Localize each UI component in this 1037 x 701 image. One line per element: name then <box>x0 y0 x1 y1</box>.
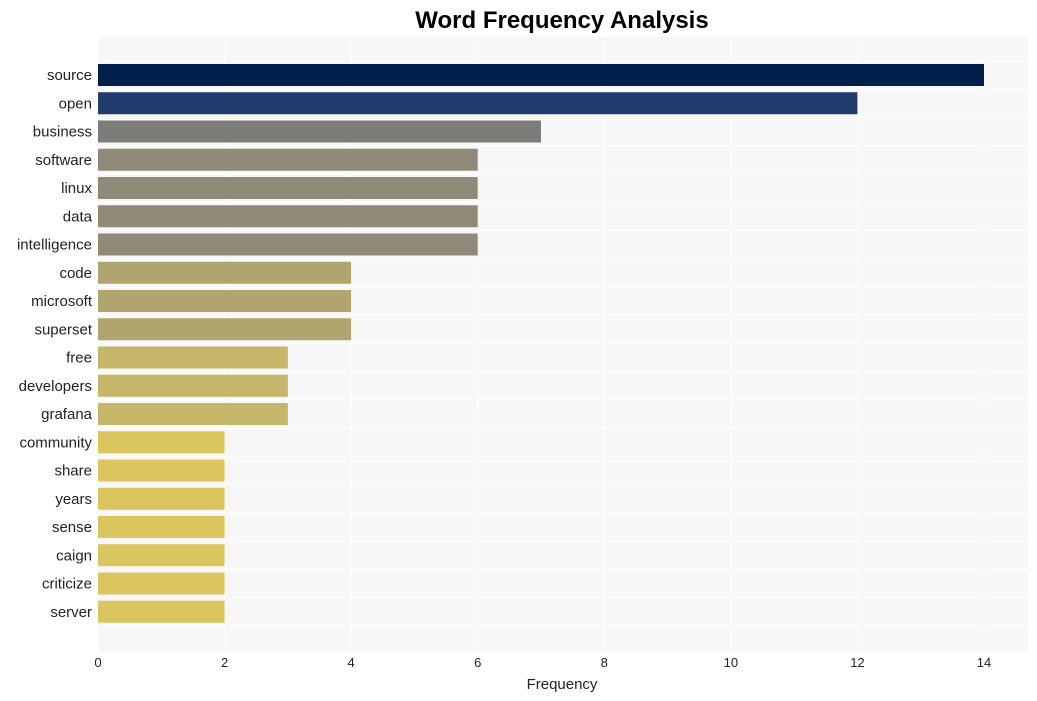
bar-superset <box>98 318 352 341</box>
category-label-software: software <box>35 152 92 169</box>
category-label-community: community <box>19 434 92 451</box>
category-label-code: code <box>59 265 92 282</box>
bar-data <box>98 205 478 228</box>
bar-code <box>98 261 352 284</box>
bar-server <box>98 600 225 623</box>
bar-sense <box>98 516 225 538</box>
bar-caign <box>98 544 225 567</box>
x-tick-label: 6 <box>474 655 481 670</box>
x-tick-label: 8 <box>601 655 608 670</box>
bar-linux <box>98 177 478 199</box>
category-label-source: source <box>47 67 92 84</box>
x-tick-label: 0 <box>94 655 101 670</box>
x-tick-label: 2 <box>221 655 228 670</box>
category-label-developers: developers <box>19 378 92 395</box>
category-label-data: data <box>63 208 93 225</box>
bar-developers <box>98 374 288 397</box>
bar-years <box>98 487 225 510</box>
category-label-grafana: grafana <box>41 406 93 423</box>
x-tick-label: 14 <box>977 655 991 670</box>
bar-software <box>98 148 478 171</box>
x-tick-label: 4 <box>348 655 355 670</box>
category-label-server: server <box>50 604 92 621</box>
x-tick-label: 10 <box>724 655 738 670</box>
bar-intelligence <box>98 233 478 256</box>
bar-community <box>98 431 225 454</box>
category-label-caign: caign <box>56 547 92 564</box>
x-axis-label: Frequency <box>527 676 598 693</box>
category-label-linux: linux <box>61 180 92 197</box>
category-label-share: share <box>54 463 92 480</box>
bar-microsoft <box>98 290 352 312</box>
x-tick-label: 12 <box>850 655 864 670</box>
category-label-years: years <box>55 491 92 508</box>
bar-business <box>98 120 541 143</box>
bar-share <box>98 459 225 482</box>
category-label-business: business <box>33 124 92 141</box>
chart-title: Word Frequency Analysis <box>415 7 708 34</box>
bar-source <box>98 64 984 86</box>
category-label-sense: sense <box>52 519 92 536</box>
bar-free <box>98 346 288 369</box>
category-label-free: free <box>66 350 92 367</box>
category-label-microsoft: microsoft <box>31 293 93 310</box>
bar-criticize <box>98 572 225 595</box>
x-tick-labels: 0 2 4 6 8 10 12 14 <box>94 655 991 670</box>
category-label-intelligence: intelligence <box>17 237 92 254</box>
word-frequency-chart: source open business software linux data intel… <box>17 7 1028 693</box>
bar-grafana <box>98 403 288 425</box>
category-label-open: open <box>59 95 92 112</box>
category-label-criticize: criticize <box>42 576 92 593</box>
bar-open <box>98 92 858 115</box>
category-labels: source open business software linux data intel… <box>17 67 93 621</box>
category-label-superset: superset <box>34 321 92 338</box>
